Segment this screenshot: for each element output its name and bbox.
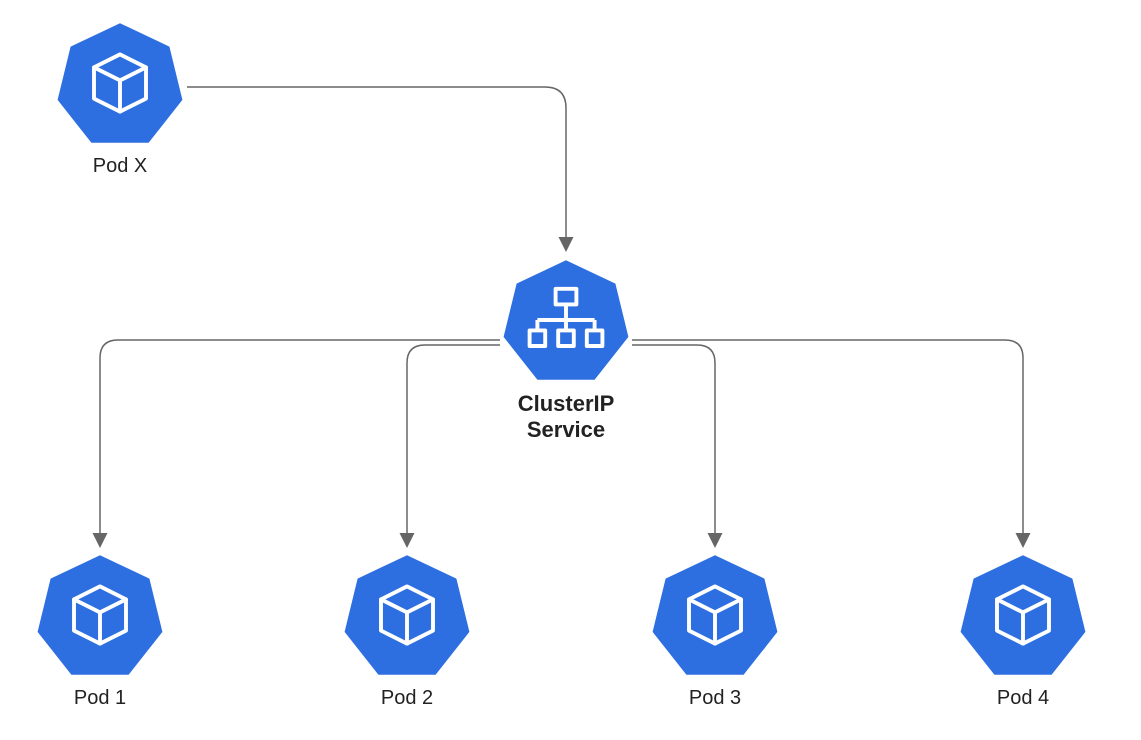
edge-podx-service	[187, 87, 566, 249]
podx-heptagon	[55, 18, 185, 148]
edge-service-pod2	[407, 345, 500, 545]
node-pod2: Pod 2	[342, 550, 472, 710]
pod2-heptagon	[342, 550, 472, 680]
node-pod1: Pod 1	[35, 550, 165, 710]
service-heptagon	[501, 255, 631, 385]
edge-service-pod1	[100, 340, 500, 545]
node-pod4: Pod 4	[958, 550, 1088, 710]
node-service: ClusterIP Service	[501, 255, 631, 444]
pod1-heptagon	[35, 550, 165, 680]
node-pod3: Pod 3	[650, 550, 780, 710]
edge-service-pod3	[632, 345, 715, 545]
pod1-label: Pod 1	[35, 686, 165, 710]
node-podx: Pod X	[55, 18, 185, 178]
edge-service-pod4	[632, 340, 1023, 545]
pod3-label: Pod 3	[650, 686, 780, 710]
podx-label: Pod X	[55, 154, 185, 178]
pod2-label: Pod 2	[342, 686, 472, 710]
service-label: ClusterIP Service	[501, 391, 631, 444]
pod3-heptagon	[650, 550, 780, 680]
pod4-heptagon	[958, 550, 1088, 680]
pod4-label: Pod 4	[958, 686, 1088, 710]
